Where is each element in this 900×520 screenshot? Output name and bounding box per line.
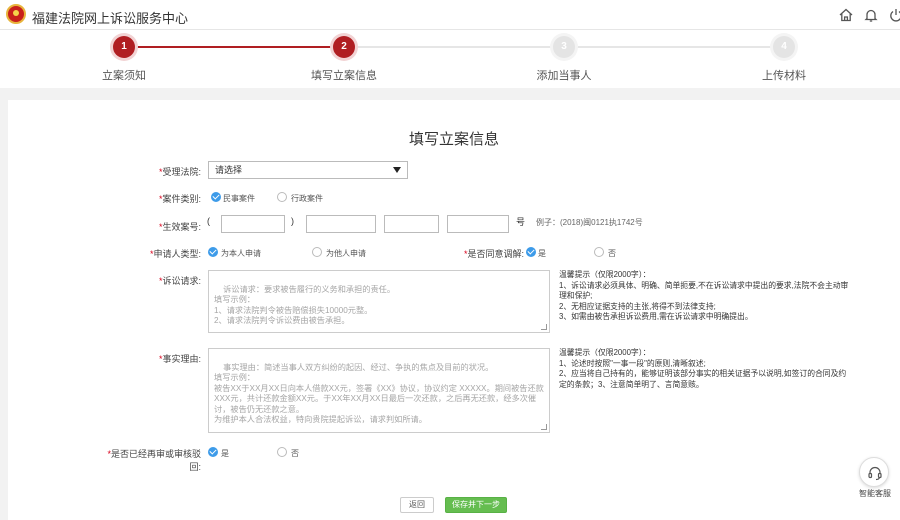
case-type-admin-radio[interactable] xyxy=(277,192,287,202)
site-title: 福建法院网上诉讼服务中心 xyxy=(32,11,189,26)
claim-placeholder: 诉讼请求：要求被告履行的义务和承担的责任。 填写示例： 1、请求法院判令被告赔偿… xyxy=(214,284,396,326)
step-1-marker: 1 xyxy=(113,36,135,58)
applicant-self-label: 为本人申请 xyxy=(221,249,261,258)
bell-icon[interactable] xyxy=(863,7,879,23)
mediation-no-radio[interactable] xyxy=(594,247,604,257)
case-type-label: *案件类别: xyxy=(158,194,201,204)
step-4-label: 上传材料 xyxy=(762,70,806,82)
mediation-yes-label: 是 xyxy=(538,249,546,258)
back-button[interactable]: 返回 xyxy=(400,497,434,513)
save-next-button[interactable]: 保存并下一步 xyxy=(445,497,507,513)
case-no-label: *生效案号: xyxy=(158,222,201,232)
page-title: 填写立案信息 xyxy=(408,131,499,148)
retrial-no-radio[interactable] xyxy=(277,447,287,457)
retrial-yes-radio[interactable] xyxy=(208,447,218,457)
case-no-year-input[interactable] xyxy=(221,215,285,233)
case-no-close-paren: ) xyxy=(291,216,294,226)
mediation-no-label: 否 xyxy=(608,249,616,258)
case-type-civil-radio[interactable] xyxy=(211,192,221,202)
claim-label: *诉讼请求: xyxy=(158,276,201,286)
home-icon[interactable] xyxy=(838,7,854,23)
resize-handle-icon[interactable] xyxy=(541,424,547,430)
case-no-serial-input[interactable] xyxy=(447,215,509,233)
claim-textarea[interactable]: 诉讼请求：要求被告履行的义务和承担的责任。 填写示例： 1、请求法院判令被告赔偿… xyxy=(208,270,550,333)
reason-placeholder: 事实理由：简述当事人双方纠纷的起因、经过、争执的焦点及目前的状况。 填写示例： … xyxy=(214,362,544,425)
smart-service-button[interactable] xyxy=(859,457,889,487)
headset-icon xyxy=(868,466,882,481)
case-no-open-paren: ( xyxy=(207,216,210,226)
claim-tip: 温馨提示（仅限2000字）： 1、诉讼请求必须具体、明确、简单扼要,不在诉讼请求… xyxy=(559,270,849,321)
retrial-yes-label: 是 xyxy=(221,449,229,458)
case-no-suffix: 号 xyxy=(516,217,526,227)
reason-textarea[interactable]: 事实理由：简述当事人双方纠纷的起因、经过、争执的焦点及目前的状况。 填写示例： … xyxy=(208,348,550,433)
case-type-admin-label: 行政案件 xyxy=(291,194,323,203)
court-emblem-logo xyxy=(6,4,26,24)
court-label: *受理法院: xyxy=(158,167,201,177)
mediation-yes-radio[interactable] xyxy=(526,247,536,257)
case-no-example: 例子：(2018)闽0121执1742号 xyxy=(536,218,643,227)
applicant-other-radio[interactable] xyxy=(312,247,322,257)
court-select-value: 请选择 xyxy=(215,165,243,175)
retrial-no-label: 否 xyxy=(291,449,299,458)
mediation-label: *是否同意调解: xyxy=(463,249,524,259)
power-icon[interactable] xyxy=(888,7,900,23)
chevron-down-icon xyxy=(393,167,401,173)
form-card: 填写立案信息 *受理法院: 请选择 *案件类别: 民事案件 行政案件 *生效案号… xyxy=(8,100,900,520)
step-2-marker: 2 xyxy=(333,36,355,58)
smart-service-label: 智能客服 xyxy=(859,489,891,498)
step-3-marker: 3 xyxy=(553,36,575,58)
case-no-type-input[interactable] xyxy=(384,215,439,233)
step-connector-done xyxy=(124,46,344,48)
court-select[interactable]: 请选择 xyxy=(208,161,408,179)
reason-label: *事实理由: xyxy=(158,354,201,364)
progress-steps: 1 2 3 4 立案须知 填写立案信息 添加当事人 上传材料 xyxy=(0,30,900,88)
case-no-court-code-input[interactable] xyxy=(306,215,376,233)
top-header: 福建法院网上诉讼服务中心 xyxy=(0,0,900,30)
applicant-self-radio[interactable] xyxy=(208,247,218,257)
retrial-label: *是否已经再审或审核驳回: xyxy=(107,449,201,472)
case-type-civil-label: 民事案件 xyxy=(223,194,255,203)
step-3-label: 添加当事人 xyxy=(536,70,592,82)
reason-tip: 温馨提示（仅限2000字）： 1、论述时按照"一事一段"的原则,清晰叙述; 2、… xyxy=(559,348,847,389)
resize-handle-icon[interactable] xyxy=(541,324,547,330)
step-4-marker: 4 xyxy=(773,36,795,58)
applicant-other-label: 为他人申请 xyxy=(326,249,366,258)
step-1-label: 立案须知 xyxy=(102,70,146,82)
applicant-type-label: *申请人类型: xyxy=(149,249,201,259)
step-2-label: 填写立案信息 xyxy=(311,70,377,82)
